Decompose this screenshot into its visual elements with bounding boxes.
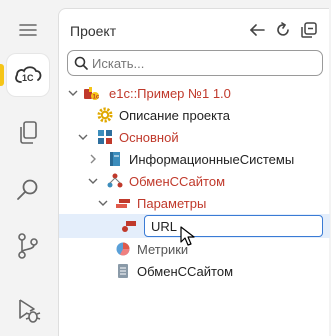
tree-item-label: ОбменССайтом [129,174,226,189]
tree-item-module[interactable]: ОбменССайтом [59,260,330,282]
active-indicator [0,64,4,86]
parameter-icon [122,221,136,232]
chevron-down-icon[interactable] [87,175,99,187]
project-tree: 1c e1c::Пример №1 1.0 Описание проекта О… [59,82,330,282]
tree-item-root[interactable]: 1c e1c::Пример №1 1.0 [59,82,330,104]
run-debug-icon[interactable] [7,290,49,332]
tree-item-label: ИнформационныеСистемы [129,152,295,167]
tree-item-exchange[interactable]: ОбменССайтом [59,170,330,192]
chevron-down-icon[interactable] [97,197,109,209]
tree-item-parameters[interactable]: Параметры [59,192,330,214]
1c-icon[interactable]: 1С [7,54,49,96]
rename-input[interactable] [151,218,311,234]
source-control-icon[interactable] [7,225,49,267]
rename-input-box[interactable] [144,215,323,237]
gear-icon [97,107,113,123]
tree-item-label: e1c::Пример №1 1.0 [109,86,231,101]
tree-item-main[interactable]: Основной [59,126,330,148]
http-service-icon [107,173,123,188]
refresh-icon[interactable] [273,20,293,40]
configuration-icon [98,130,112,144]
parameters-icon [116,199,130,208]
mouse-cursor-icon [180,226,195,246]
tree-item-label: ОбменССайтом [137,264,234,279]
tree-item-label: Основной [119,130,179,145]
files-icon[interactable] [7,112,49,154]
collapse-all-icon[interactable] [299,20,319,40]
module-icon [118,264,128,278]
svg-text:1С: 1С [22,73,34,83]
tree-item-project-description[interactable]: Описание проекта [59,104,330,126]
svg-text:1c: 1c [93,95,100,101]
search-field[interactable] [67,50,323,76]
panel-title: Проект [70,23,117,39]
chevron-right-icon[interactable] [87,153,99,165]
tree-item-label: Параметры [137,196,207,211]
tree-item-label: Описание проекта [119,108,231,123]
metrics-icon [116,242,130,256]
chevron-down-icon[interactable] [67,87,79,99]
project-panel: Проект 1c e1c::Пример №1 1.0 Опис [58,8,330,336]
search-icon[interactable] [7,169,49,211]
search-icon [74,56,88,73]
chevron-down-icon[interactable] [77,131,89,143]
menu-icon[interactable] [7,9,49,51]
project-root-icon: 1c [84,87,100,101]
search-input[interactable] [92,54,317,72]
activity-bar: 1С [0,0,58,336]
back-arrow-icon[interactable] [247,20,267,40]
tree-item-info-systems[interactable]: ИнформационныеСистемы [59,148,330,170]
catalog-icon [110,152,120,166]
